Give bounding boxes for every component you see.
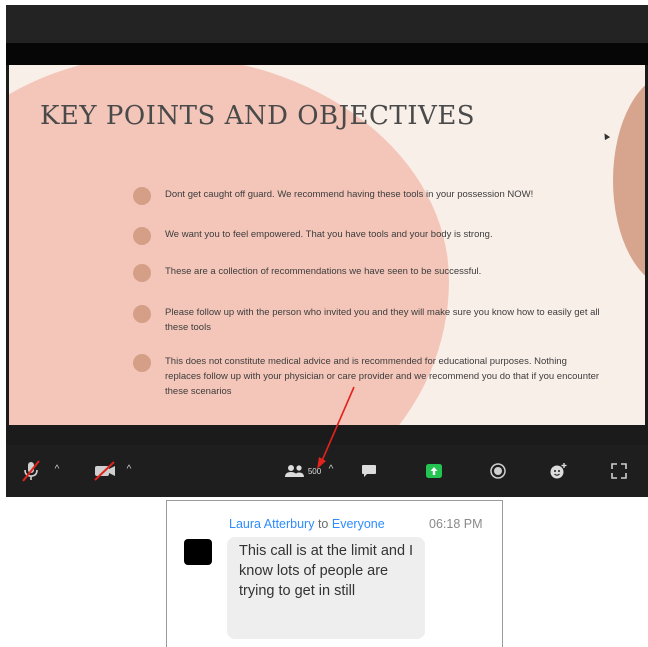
bullet-dot bbox=[133, 227, 151, 245]
video-options-caret[interactable]: ^ bbox=[124, 463, 134, 477]
chat-recipient[interactable]: Everyone bbox=[332, 517, 385, 531]
share-screen-icon bbox=[426, 464, 442, 478]
record-icon bbox=[490, 463, 506, 479]
chat-message-header: Laura Atterbury to Everyone bbox=[229, 517, 385, 531]
bullet-dot bbox=[133, 187, 151, 205]
slide-bullet: Dont get caught off guard. We recommend … bbox=[133, 187, 605, 205]
slide-bullet: These are a collection of recommendation… bbox=[133, 264, 605, 282]
participants-count: 500 bbox=[307, 466, 322, 476]
mouse-pointer-icon bbox=[601, 131, 611, 141]
avatar bbox=[184, 539, 212, 565]
bullet-dot bbox=[133, 305, 151, 323]
chat-icon bbox=[362, 465, 376, 477]
slide-bullet: This does not constitute medical advice … bbox=[133, 354, 605, 399]
fullscreen-icon bbox=[611, 463, 627, 479]
shared-slide: KEY POINTS AND OBJECTIVES Dont get caugh… bbox=[9, 65, 645, 425]
share-screen-button[interactable] bbox=[420, 445, 448, 497]
mute-options-caret[interactable]: ^ bbox=[52, 463, 62, 477]
bullet-text: Please follow up with the person who inv… bbox=[165, 307, 600, 333]
chat-timestamp: 06:18 PM bbox=[429, 517, 483, 531]
slide-title: KEY POINTS AND OBJECTIVES bbox=[40, 101, 476, 131]
record-button[interactable] bbox=[486, 445, 510, 497]
chat-message-text: This call is at the limit and I know lot… bbox=[239, 543, 414, 599]
video-stopped-icon bbox=[94, 461, 115, 481]
bullet-dot bbox=[133, 354, 151, 372]
mute-button[interactable] bbox=[18, 445, 44, 497]
video-letterbox-top bbox=[6, 43, 648, 65]
bullet-text: These are a collection of recommendation… bbox=[165, 266, 482, 277]
fullscreen-button[interactable] bbox=[606, 445, 632, 497]
chat-message-bubble: This call is at the limit and I know lot… bbox=[227, 537, 425, 639]
stop-video-button[interactable] bbox=[90, 445, 120, 497]
participants-button[interactable]: 500 bbox=[280, 445, 326, 497]
chat-button[interactable] bbox=[356, 445, 382, 497]
slide-bullet: Please follow up with the person who inv… bbox=[133, 305, 605, 335]
slide-tan-blob bbox=[613, 73, 645, 288]
chat-message-panel: Laura Atterbury to Everyone 06:18 PM Thi… bbox=[166, 500, 503, 647]
meeting-toolbar: ^ ^ 500 ^ bbox=[6, 445, 648, 497]
participants-icon bbox=[284, 465, 304, 477]
reactions-button[interactable] bbox=[546, 445, 570, 497]
zoom-meeting-window: KEY POINTS AND OBJECTIVES Dont get caugh… bbox=[6, 5, 648, 497]
bullet-text: This does not constitute medical advice … bbox=[165, 356, 600, 397]
bullet-text: We want you to feel empowered. That you … bbox=[165, 229, 493, 240]
microphone-muted-icon bbox=[22, 460, 40, 482]
bullet-dot bbox=[133, 264, 151, 282]
bullet-text: Dont get caught off guard. We recommend … bbox=[165, 189, 534, 200]
chat-sender[interactable]: Laura Atterbury bbox=[229, 517, 314, 531]
slide-bullet: We want you to feel empowered. That you … bbox=[133, 227, 605, 245]
chat-to-word: to bbox=[317, 517, 329, 531]
reactions-icon bbox=[550, 463, 567, 479]
window-top-bar bbox=[6, 5, 648, 43]
participants-options-caret[interactable]: ^ bbox=[326, 463, 336, 477]
